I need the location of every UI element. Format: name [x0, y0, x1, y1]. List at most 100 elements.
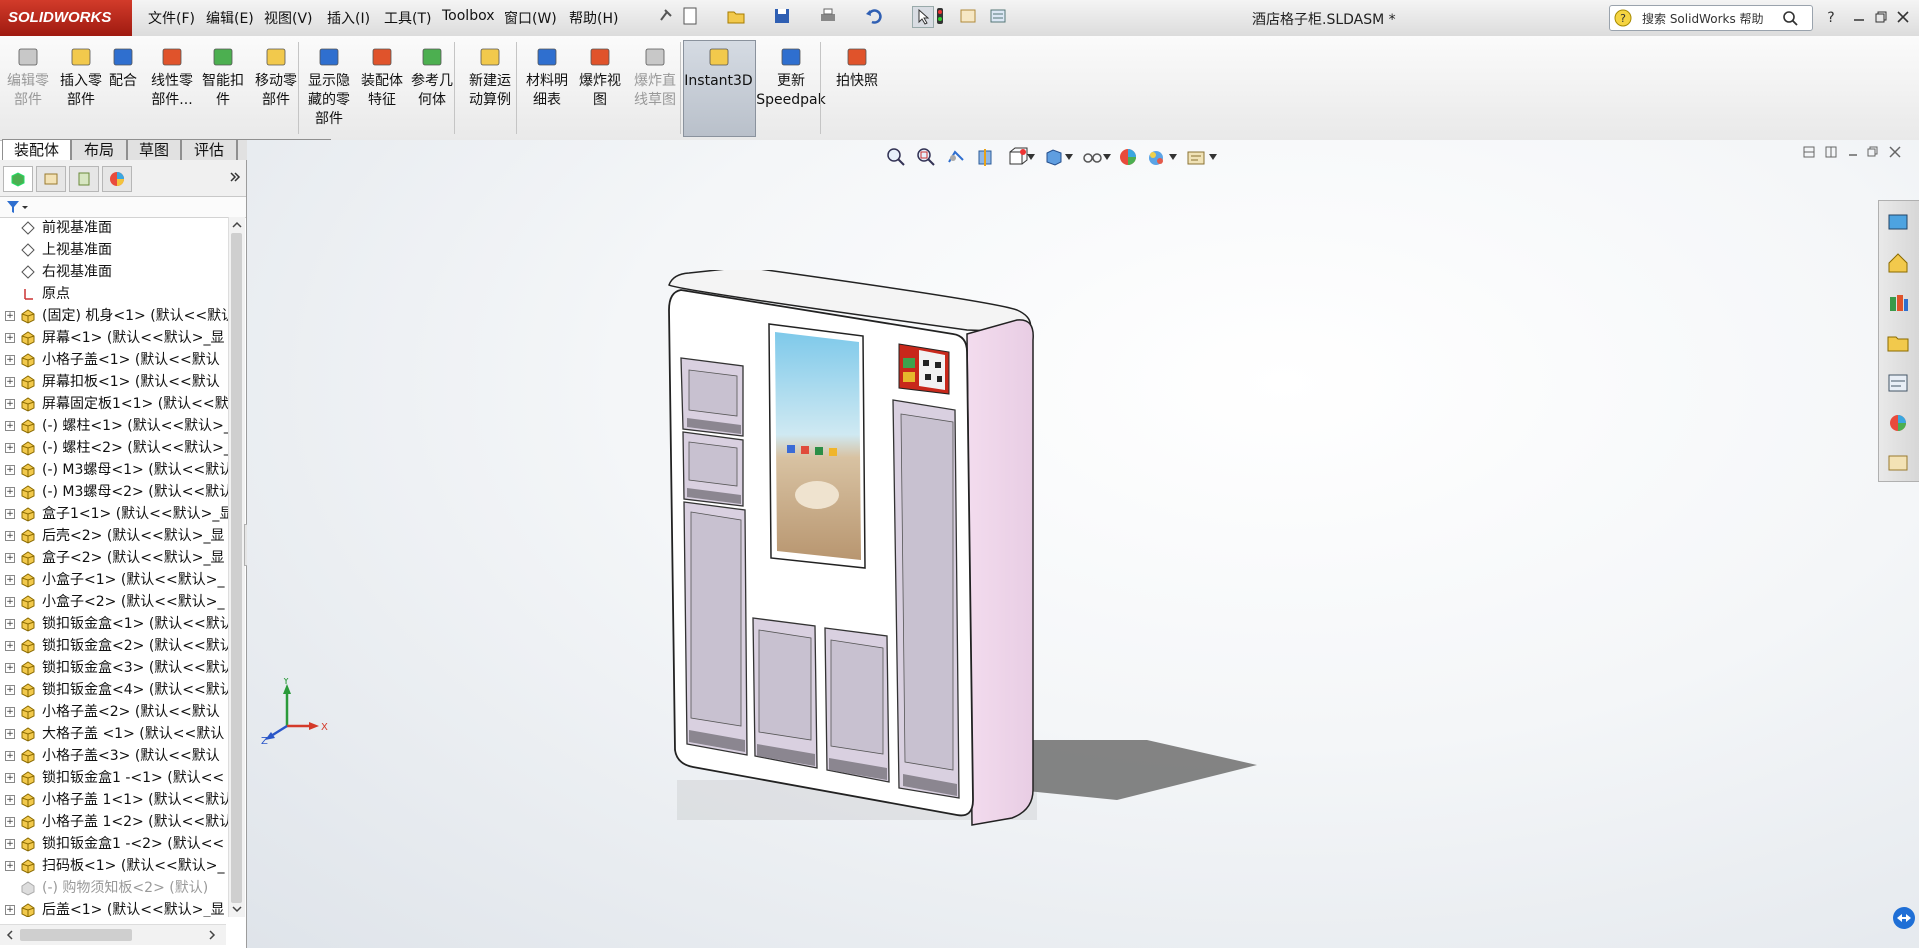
cmd-edit-component-button[interactable]: 编辑零 部件: [0, 44, 56, 110]
expand-toggle-icon[interactable]: +: [5, 707, 15, 717]
viewport-restore-icon[interactable]: [1867, 146, 1879, 158]
dropdown-arrow-icon[interactable]: [1027, 154, 1035, 160]
expand-toggle-icon[interactable]: +: [5, 795, 15, 805]
save-icon[interactable]: [772, 6, 792, 26]
tree-item[interactable]: + 锁扣钣金盒1 -<2> (默认<<: [0, 833, 228, 855]
expand-toggle-icon[interactable]: +: [5, 333, 15, 343]
cabinet-model[interactable]: [667, 270, 1327, 830]
expand-toggle-icon[interactable]: +: [5, 597, 15, 607]
cmd-move-component-button[interactable]: 移动零 部件: [251, 44, 301, 110]
custom-properties-icon[interactable]: [1883, 447, 1913, 479]
tree-item[interactable]: + 小盒子<1> (默认<<默认>_: [0, 569, 228, 591]
expand-toggle-icon[interactable]: +: [5, 729, 15, 739]
menu-item[interactable]: 帮助(H): [569, 8, 618, 28]
expand-toggle-icon[interactable]: +: [5, 509, 15, 519]
options-icon[interactable]: [988, 6, 1008, 26]
tree-item[interactable]: + 屏幕扣板<1> (默认<<默认: [0, 371, 228, 393]
expand-toggle-icon[interactable]: +: [5, 751, 15, 761]
tree-item[interactable]: + 后壳<2> (默认<<默认>_显: [0, 525, 228, 547]
tree-item[interactable]: + 后盖<1> (默认<<默认>_显: [0, 899, 228, 917]
tree-item[interactable]: + 屏幕<1> (默认<<默认>_显: [0, 327, 228, 349]
scroll-up-icon[interactable]: [231, 219, 243, 231]
tree-item[interactable]: + 小格子盖<2> (默认<<默认: [0, 701, 228, 723]
feature-tree-tab[interactable]: [3, 166, 33, 192]
expand-toggle-icon[interactable]: +: [5, 399, 15, 409]
display-manager-tab[interactable]: [102, 166, 132, 192]
zoom-to-area-icon[interactable]: [915, 146, 937, 168]
menu-item[interactable]: 工具(T): [384, 8, 431, 28]
expand-panel-icon[interactable]: [228, 170, 242, 184]
tree-item[interactable]: + (-) 螺柱<2> (默认<<默认>_: [0, 437, 228, 459]
edit-appearance-icon[interactable]: [1117, 146, 1139, 168]
pin-icon[interactable]: [655, 6, 675, 26]
tree-item[interactable]: + 扫码板<1> (默认<<默认>_: [0, 855, 228, 877]
close-icon[interactable]: [1896, 10, 1910, 24]
cmd-explode-line-button[interactable]: 爆炸直 线草图: [627, 44, 683, 110]
tree-item[interactable]: + 小格子盖 1<1> (默认<<默认: [0, 789, 228, 811]
view-orientation-icon[interactable]: [1007, 146, 1029, 168]
tree-item[interactable]: 原点: [0, 283, 228, 305]
cmd-mate-button[interactable]: 配合: [104, 44, 142, 91]
solidworks-resources-icon[interactable]: [1883, 207, 1913, 239]
open-folder-icon[interactable]: [726, 6, 746, 26]
filter-icon[interactable]: [6, 199, 28, 215]
expand-toggle-icon[interactable]: +: [5, 377, 15, 387]
zoom-to-fit-icon[interactable]: [885, 146, 907, 168]
help-icon[interactable]: ?: [1822, 8, 1840, 26]
file-properties-icon[interactable]: [958, 6, 978, 26]
tree-item[interactable]: 上视基准面: [0, 239, 228, 261]
tab-1[interactable]: 布局: [71, 139, 127, 160]
expand-toggle-icon[interactable]: +: [5, 465, 15, 475]
graphics-viewport[interactable]: Y X Z: [247, 140, 1919, 948]
tree-item[interactable]: + 小格子盖<1> (默认<<默认: [0, 349, 228, 371]
appearances-icon[interactable]: [1883, 407, 1913, 439]
tree-item[interactable]: + (-) 螺柱<1> (默认<<默认>_: [0, 415, 228, 437]
tree-item[interactable]: + 锁扣钣金盒<4> (默认<<默认: [0, 679, 228, 701]
cmd-insert-component-button[interactable]: 插入零 部件: [56, 44, 106, 110]
undo-icon[interactable]: [864, 6, 884, 26]
dropdown-arrow-icon[interactable]: [1209, 154, 1217, 160]
cmd-linear-pattern-button[interactable]: 线性零 部件...: [144, 44, 200, 110]
home-icon[interactable]: [1883, 247, 1913, 279]
tree-vertical-scrollbar[interactable]: [228, 217, 245, 917]
teamviewer-icon[interactable]: [1892, 906, 1916, 930]
tile-vertical-icon[interactable]: [1825, 146, 1837, 158]
tab-0[interactable]: 装配体: [2, 139, 71, 160]
menu-item[interactable]: 插入(I): [327, 8, 370, 28]
viewport-close-icon[interactable]: [1889, 146, 1901, 158]
scroll-down-icon[interactable]: [231, 903, 243, 915]
cmd-bom-button[interactable]: 材料明 细表: [520, 44, 574, 110]
scroll-right-icon[interactable]: [206, 929, 218, 941]
tree-filter-bar[interactable]: [0, 197, 246, 218]
menu-item[interactable]: 视图(V): [264, 8, 313, 28]
menu-item[interactable]: 文件(F): [148, 8, 195, 28]
new-document-icon[interactable]: [680, 6, 700, 26]
tree-horizontal-scrollbar[interactable]: [0, 924, 226, 945]
print-icon[interactable]: [818, 6, 838, 26]
cmd-snapshot-button[interactable]: 拍快照: [822, 44, 892, 91]
expand-toggle-icon[interactable]: +: [5, 311, 15, 321]
dropdown-arrow-icon[interactable]: [1103, 154, 1111, 160]
cmd-motion-study-button[interactable]: 新建运 动算例: [462, 44, 518, 110]
view-palette-icon[interactable]: [1883, 367, 1913, 399]
vertical-scroll-thumb[interactable]: [231, 233, 242, 903]
expand-toggle-icon[interactable]: +: [5, 817, 15, 827]
expand-toggle-icon[interactable]: +: [5, 685, 15, 695]
tree-item[interactable]: + 屏幕固定板1<1> (默认<<默: [0, 393, 228, 415]
file-explorer-icon[interactable]: [1883, 327, 1913, 359]
expand-toggle-icon[interactable]: +: [5, 663, 15, 673]
search-input[interactable]: 搜索 SolidWorks 帮助: [1642, 10, 1764, 27]
tab-2[interactable]: 草图: [127, 139, 181, 160]
tree-item[interactable]: + 小格子盖 1<2> (默认<<默认: [0, 811, 228, 833]
cmd-smart-fastener-button[interactable]: 智能扣 件: [197, 44, 249, 110]
menu-item[interactable]: 编辑(E): [206, 8, 254, 28]
expand-toggle-icon[interactable]: +: [5, 443, 15, 453]
cmd-exploded-view-button[interactable]: 爆炸视 图: [574, 44, 626, 110]
minimize-icon[interactable]: [1852, 10, 1866, 24]
menu-item[interactable]: Toolbox: [442, 8, 495, 24]
expand-toggle-icon[interactable]: +: [5, 905, 15, 915]
dropdown-arrow-icon[interactable]: [1169, 154, 1177, 160]
viewport-minimize-icon[interactable]: [1847, 146, 1859, 158]
cmd-show-hidden-button[interactable]: 显示隐 藏的零 部件: [300, 44, 358, 129]
scroll-left-icon[interactable]: [4, 929, 16, 941]
